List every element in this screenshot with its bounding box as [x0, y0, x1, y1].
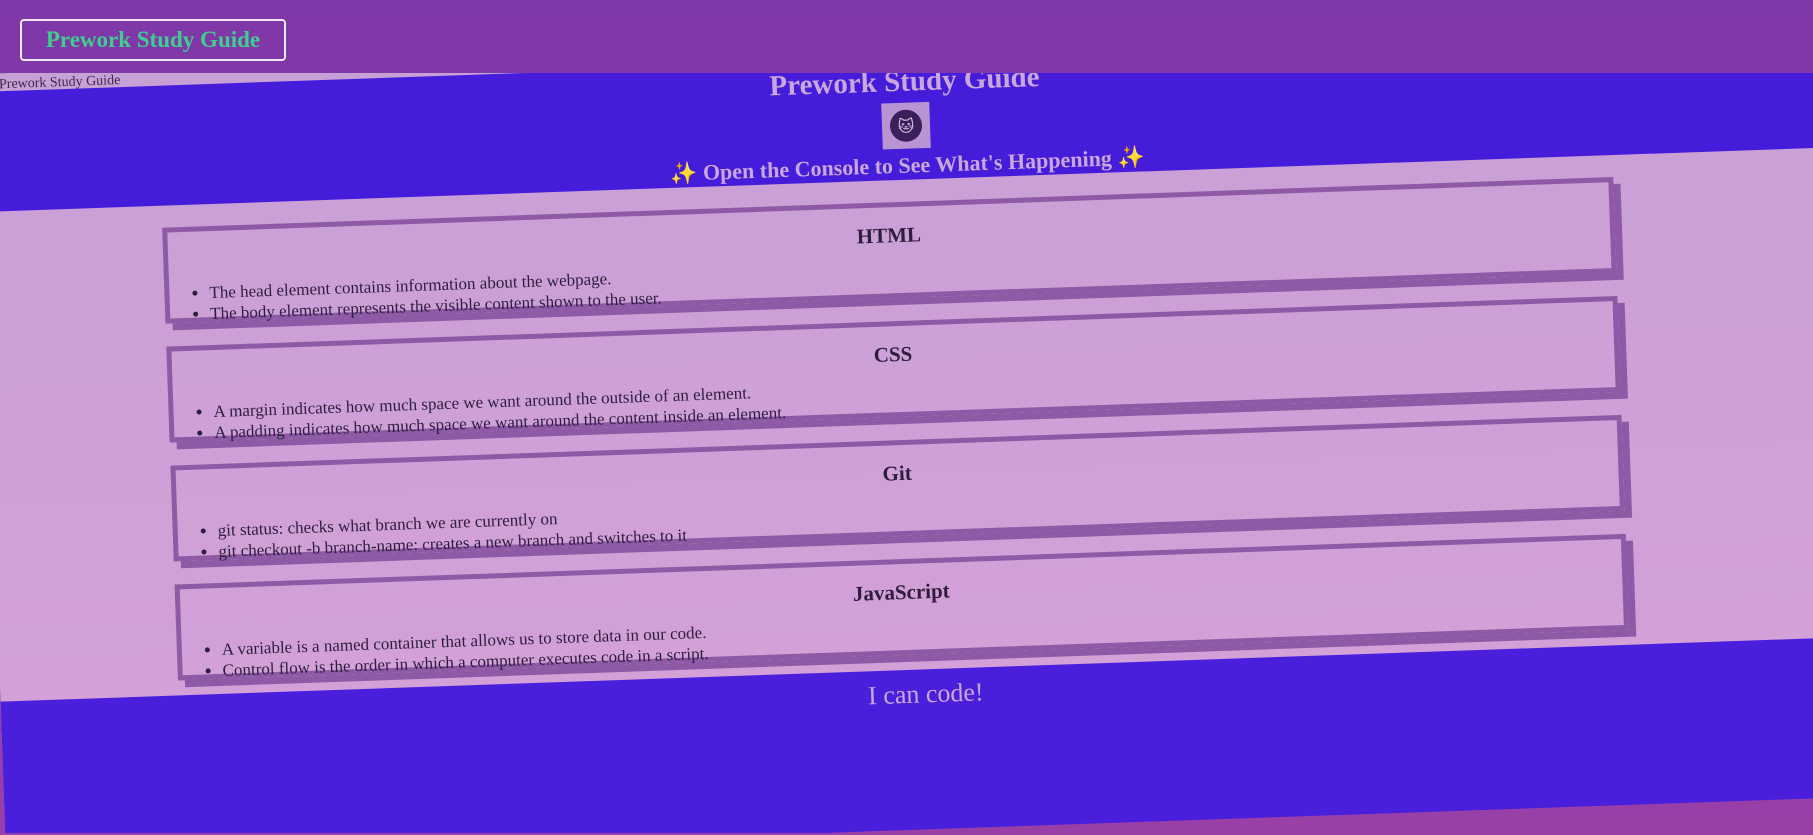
sparkle-icon: ✨ — [1116, 145, 1146, 172]
sparkle-icon: ✨ — [669, 161, 698, 187]
tilted-page-frame: Prework Study Guide Prework Study Guide … — [0, 73, 1813, 833]
cat-icon: 🐱 — [889, 109, 923, 143]
study-guide-button[interactable]: Prework Study Guide — [20, 19, 286, 61]
logo: 🐱 — [881, 101, 931, 150]
page-frame: Prework Study Guide Prework Study Guide … — [0, 73, 1813, 833]
console-hint-text: Open the Console to See What's Happening — [702, 145, 1113, 185]
section-html: HTML The head element contains informati… — [162, 177, 1617, 324]
study-sections: HTML The head element contains informati… — [162, 177, 1630, 703]
